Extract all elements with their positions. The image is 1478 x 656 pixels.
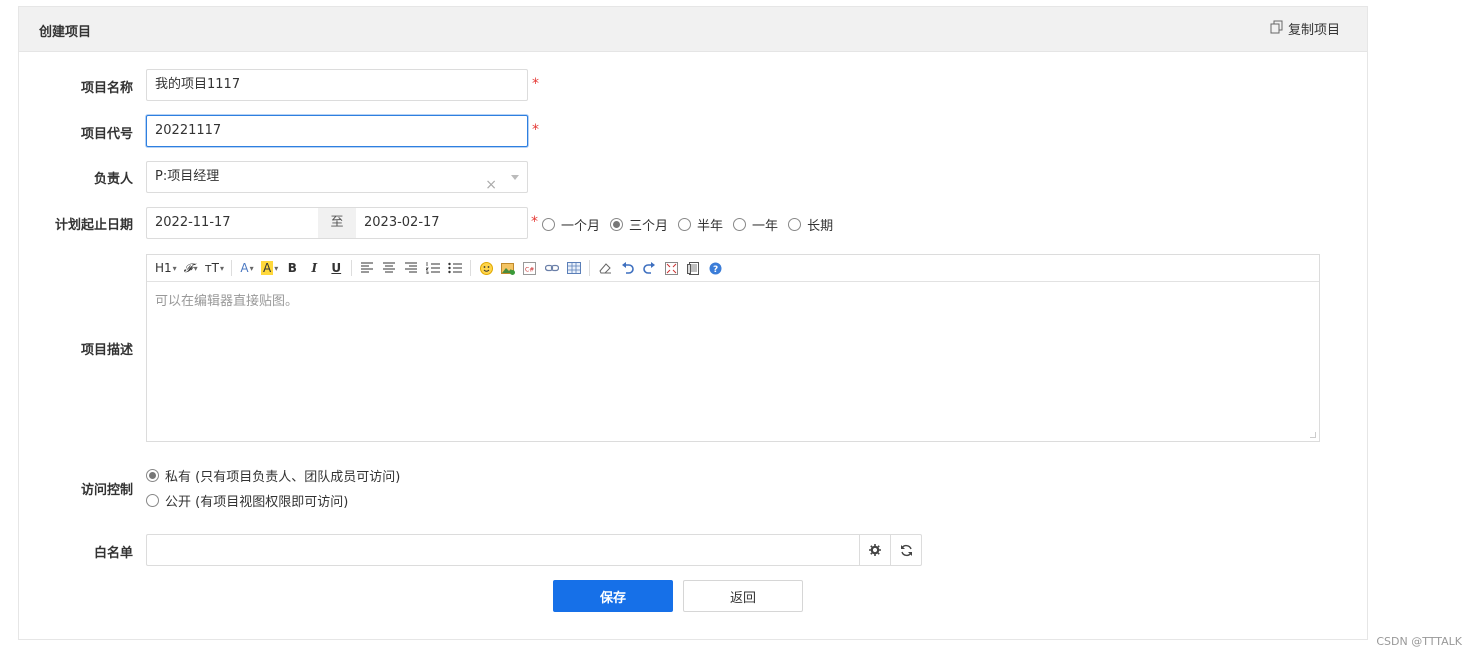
- date-preset-label: 一年: [752, 219, 779, 234]
- date-preset-1m[interactable]: 一个月: [542, 215, 600, 234]
- heading-button[interactable]: H1 ▾: [153, 258, 179, 278]
- editor-toolbar: H1 ▾ 𝓕 ▾ тT ▾ A ▾ A ▾ B I U C# ?: [147, 255, 1319, 282]
- font-color-label: A: [240, 261, 249, 275]
- italic-button[interactable]: I: [304, 258, 324, 278]
- link-icon[interactable]: [542, 258, 562, 278]
- font-color-button[interactable]: A ▾: [237, 258, 257, 278]
- svg-text:C#: C#: [525, 266, 534, 273]
- radio-checked-icon: [146, 469, 159, 482]
- bold-button[interactable]: B: [282, 258, 302, 278]
- required-mark: *: [532, 76, 539, 92]
- radio-icon: [678, 218, 692, 231]
- align-left-icon[interactable]: [357, 258, 377, 278]
- start-date-input[interactable]: 2022-11-17: [146, 207, 318, 239]
- access-public-radio[interactable]: 公开 (有项目视图权限即可访问): [146, 491, 348, 510]
- access-public-label: 公开 (有项目视图权限即可访问): [165, 495, 349, 510]
- required-mark: *: [532, 122, 539, 138]
- heading-label: H1: [155, 261, 172, 275]
- access-control-label: 访问控制: [80, 483, 133, 498]
- whitelist-input[interactable]: [146, 534, 860, 566]
- owner-select[interactable]: P:项目经理 ×: [146, 161, 528, 193]
- whitelist-label: 白名单: [93, 546, 133, 561]
- date-preset-label: 一个月: [561, 219, 601, 234]
- owner-label: 负责人: [93, 172, 133, 187]
- radio-icon: [542, 218, 555, 231]
- template-icon[interactable]: [683, 258, 703, 278]
- svg-text:?: ?: [713, 265, 718, 275]
- code-icon[interactable]: C#: [520, 258, 540, 278]
- help-icon[interactable]: ?: [705, 258, 725, 278]
- description-editor: H1 ▾ 𝓕 ▾ тT ▾ A ▾ A ▾ B I U C# ? 可以在编辑器直…: [146, 254, 1320, 442]
- font-size-label: тT: [204, 261, 220, 275]
- date-range-separator: 至: [318, 207, 356, 239]
- undo-icon[interactable]: [617, 258, 637, 278]
- align-right-icon[interactable]: [401, 258, 421, 278]
- copy-project-button[interactable]: 复制项目: [1270, 19, 1340, 38]
- date-preset-label: 三个月: [629, 219, 669, 234]
- unordered-list-icon[interactable]: [445, 258, 465, 278]
- emoji-icon[interactable]: [476, 258, 496, 278]
- toolbar-divider: [231, 260, 233, 276]
- description-label: 项目描述: [80, 343, 133, 358]
- radio-icon: [146, 494, 159, 507]
- date-preset-label: 半年: [697, 219, 724, 234]
- date-preset-1y[interactable]: 一年: [733, 215, 778, 234]
- font-family-label: 𝓕: [183, 260, 193, 275]
- align-center-icon[interactable]: [379, 258, 399, 278]
- access-private-radio[interactable]: 私有 (只有项目负责人、团队成员可访问): [146, 466, 400, 485]
- font-size-button[interactable]: тT ▾: [203, 258, 226, 278]
- create-project-panel: 创建项目 复制项目 项目名称 我的项目1117 * 项目代号 20221117 …: [18, 6, 1368, 640]
- font-family-button[interactable]: 𝓕 ▾: [181, 258, 201, 278]
- date-preset-label: 长期: [807, 219, 834, 234]
- end-date-input[interactable]: 2023-02-17: [356, 207, 528, 239]
- save-button[interactable]: 保存: [553, 580, 673, 612]
- clear-icon[interactable]: ×: [485, 170, 497, 200]
- redo-icon[interactable]: [639, 258, 659, 278]
- radio-checked-icon: [610, 218, 624, 231]
- page-title: 创建项目: [39, 25, 92, 40]
- date-preset-3m[interactable]: 三个月: [610, 215, 668, 234]
- toolbar-divider: [351, 260, 353, 276]
- date-preset-group: 一个月 三个月 半年 一年 长期: [542, 215, 843, 234]
- access-private-label: 私有 (只有项目负责人、团队成员可访问): [165, 470, 401, 485]
- background-color-label: A: [261, 261, 274, 275]
- image-icon[interactable]: [498, 258, 518, 278]
- watermark: CSDN @TTTALK: [1376, 635, 1462, 648]
- plan-dates-label: 计划起止日期: [54, 218, 133, 233]
- copy-project-label: 复制项目: [1287, 23, 1340, 38]
- back-button[interactable]: 返回: [683, 580, 803, 612]
- description-editor-body[interactable]: 可以在编辑器直接贴图。: [147, 282, 1319, 317]
- background-color-button[interactable]: A ▾: [259, 258, 280, 278]
- date-preset-long[interactable]: 长期: [788, 215, 833, 234]
- project-code-input[interactable]: 20221117: [146, 115, 528, 147]
- radio-icon: [733, 218, 747, 231]
- project-name-label: 项目名称: [80, 81, 133, 96]
- project-name-input[interactable]: 我的项目1117: [146, 69, 528, 101]
- resize-handle-icon[interactable]: [1310, 432, 1316, 438]
- gear-icon[interactable]: [859, 534, 891, 566]
- ordered-list-icon[interactable]: [423, 258, 443, 278]
- panel-header: 创建项目 复制项目: [19, 7, 1367, 52]
- table-icon[interactable]: [564, 258, 584, 278]
- toolbar-divider: [470, 260, 472, 276]
- fullscreen-icon[interactable]: [661, 258, 681, 278]
- chevron-down-icon[interactable]: [511, 175, 519, 180]
- eraser-icon[interactable]: [595, 258, 615, 278]
- toolbar-divider: [589, 260, 591, 276]
- project-code-label: 项目代号: [80, 127, 133, 142]
- copy-icon: [1270, 20, 1284, 38]
- date-preset-6m[interactable]: 半年: [678, 215, 723, 234]
- refresh-icon[interactable]: [890, 534, 922, 566]
- required-mark: *: [531, 214, 538, 230]
- owner-select-value: P:项目经理: [155, 169, 220, 184]
- underline-button[interactable]: U: [326, 258, 346, 278]
- radio-icon: [788, 218, 802, 231]
